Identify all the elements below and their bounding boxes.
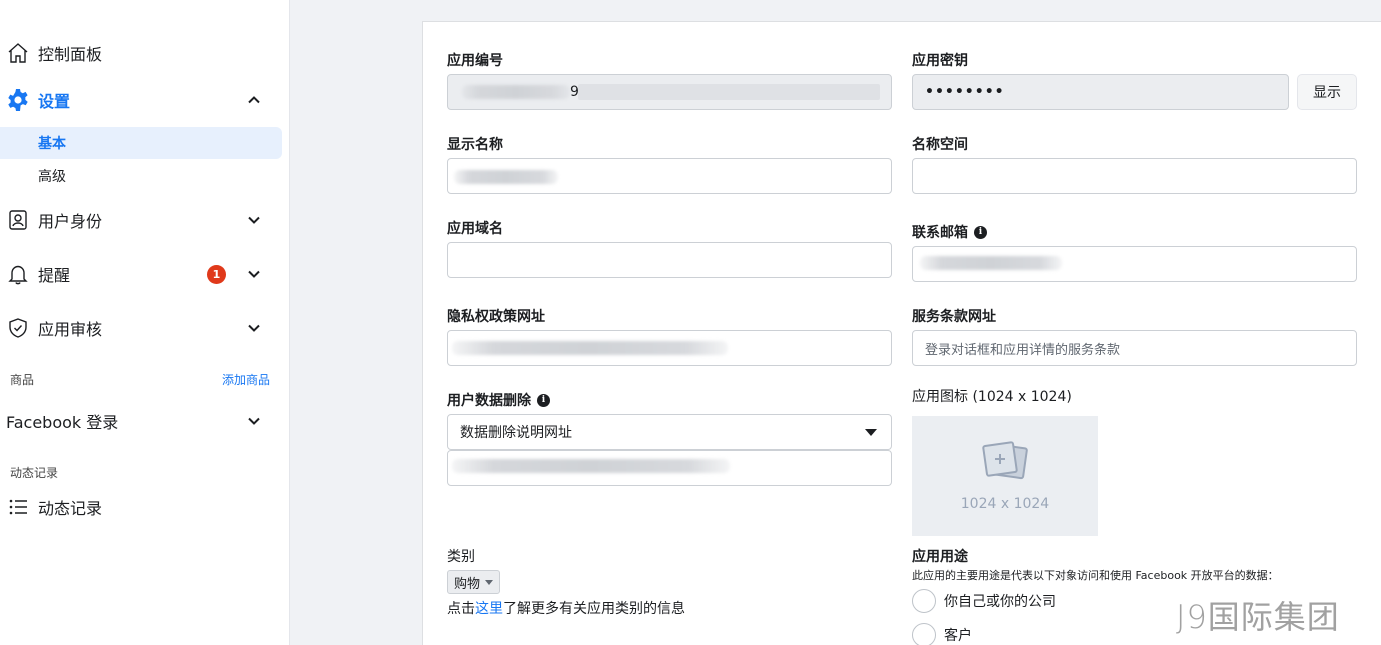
sidebar-item-app-review[interactable]: 应用审核 (0, 310, 282, 346)
info-icon[interactable]: i (974, 225, 987, 239)
id-card-icon (5, 207, 31, 233)
privacy-url-label: 隐私权政策网址 (447, 309, 545, 325)
sidebar-item-alerts[interactable]: 提醒 1 (0, 256, 282, 292)
image-placeholder-icon (982, 441, 1028, 480)
sidebar-item-label: 设置 (38, 92, 71, 111)
activity-section-header: 动态记录 (10, 464, 270, 481)
radio-button[interactable] (912, 589, 936, 613)
sidebar-item-settings[interactable]: 设置 (0, 82, 282, 118)
chevron-down-icon (248, 216, 260, 224)
dropdown-arrow-icon (485, 579, 494, 585)
list-icon (5, 494, 31, 520)
sidebar-item-facebook-login[interactable]: Facebook 登录 (0, 403, 282, 439)
redacted-display-name (454, 170, 558, 184)
purpose-option-clients[interactable]: 客户 (912, 623, 972, 645)
watermark: J9国际集团 (1176, 598, 1340, 636)
activity-heading: 动态记录 (10, 466, 59, 480)
app-icon-size-text: 1024 x 1024 (960, 496, 1050, 512)
data-deletion-label: 用户数据删除 i (447, 390, 550, 410)
tos-url-placeholder: 登录对话框和应用详情的服务条款 (925, 342, 1121, 358)
category-select[interactable]: 购物 (447, 570, 501, 594)
products-heading: 商品 (10, 373, 35, 387)
app-icon-upload[interactable]: 1024 x 1024 (912, 416, 1098, 536)
chevron-down-icon (248, 417, 260, 425)
sidebar-subitem-basic[interactable]: 基本 (0, 127, 282, 159)
sidebar-item-label: 用户身份 (38, 212, 103, 231)
chevron-down-icon (248, 324, 260, 332)
category-label: 类别 (447, 549, 475, 565)
category-info-suffix: 了解更多有关应用类别的信息 (503, 601, 685, 617)
add-product-link[interactable]: 添加商品 (222, 371, 270, 388)
category-info-prefix: 点击 (447, 601, 475, 617)
chevron-up-icon (248, 96, 260, 104)
sidebar-item-label: 动态记录 (38, 499, 103, 518)
tos-url-label: 服务条款网址 (912, 309, 996, 325)
contact-email-label: 联系邮箱 i (912, 222, 987, 242)
home-icon (5, 40, 31, 66)
sidebar-item-label: 控制面板 (38, 45, 103, 64)
purpose-option-label: 你自己或你的公司 (944, 594, 1056, 610)
sidebar-subitem-advanced[interactable]: 高级 (0, 160, 282, 192)
data-deletion-select-value: 数据删除说明网址 (460, 425, 572, 441)
sidebar-item-label: 提醒 (38, 266, 71, 285)
app-domains-label: 应用域名 (447, 221, 503, 237)
app-domains-input[interactable] (447, 242, 892, 278)
chevron-down-icon (248, 270, 260, 278)
app-icon-label: 应用图标 (1024 x 1024) (912, 389, 1072, 405)
app-secret-value: •••••••• (925, 84, 1005, 100)
category-info-text: 点击这里了解更多有关应用类别的信息 (447, 598, 685, 618)
namespace-label: 名称空间 (912, 137, 968, 153)
tos-url-input[interactable]: 登录对话框和应用详情的服务条款 (912, 330, 1357, 366)
purpose-option-label: 客户 (944, 628, 972, 644)
redacted-app-id (462, 85, 570, 99)
redacted-privacy-url (452, 341, 728, 355)
category-value: 购物 (454, 576, 481, 592)
sidebar-item-roles[interactable]: 用户身份 (0, 202, 282, 238)
sidebar: 控制面板 设置 基本 高级 用户身份 提醒 1 应用审核 商品 添加商品 Fac… (0, 0, 290, 645)
shield-check-icon (5, 315, 31, 341)
sidebar-item-label: 应用审核 (38, 320, 103, 339)
info-icon[interactable]: i (537, 393, 550, 407)
namespace-input[interactable] (912, 158, 1357, 194)
redacted-app-id (578, 84, 880, 100)
sidebar-item-label: Facebook 登录 (6, 413, 119, 432)
sidebar-item-activity-log[interactable]: 动态记录 (0, 489, 282, 525)
category-info-link[interactable]: 这里 (475, 601, 503, 617)
app-id-label: 应用编号 (447, 53, 503, 69)
bell-icon (5, 261, 31, 287)
alerts-count-badge: 1 (207, 265, 226, 284)
data-deletion-select[interactable]: 数据删除说明网址 (447, 414, 892, 450)
radio-button[interactable] (912, 623, 936, 645)
redacted-contact-email (920, 256, 1062, 270)
app-purpose-hint: 此应用的主要用途是代表以下对象访问和使用 Facebook 开放平台的数据： (912, 569, 1279, 582)
gear-icon (5, 87, 31, 113)
sidebar-item-dashboard[interactable]: 控制面板 (0, 35, 282, 71)
app-secret-label: 应用密钥 (912, 53, 968, 69)
display-name-label: 显示名称 (447, 137, 503, 153)
show-secret-button[interactable]: 显示 (1297, 74, 1357, 110)
app-secret-field[interactable]: •••••••• (912, 74, 1289, 110)
products-section-header: 商品 添加商品 (10, 371, 270, 388)
contact-email-label-text: 联系邮箱 (912, 225, 968, 241)
data-deletion-label-text: 用户数据删除 (447, 393, 531, 409)
app-purpose-label: 应用用途 (912, 549, 968, 565)
redacted-data-deletion-url (452, 459, 730, 473)
purpose-option-self[interactable]: 你自己或你的公司 (912, 589, 1056, 613)
dropdown-arrow-icon (865, 429, 877, 436)
